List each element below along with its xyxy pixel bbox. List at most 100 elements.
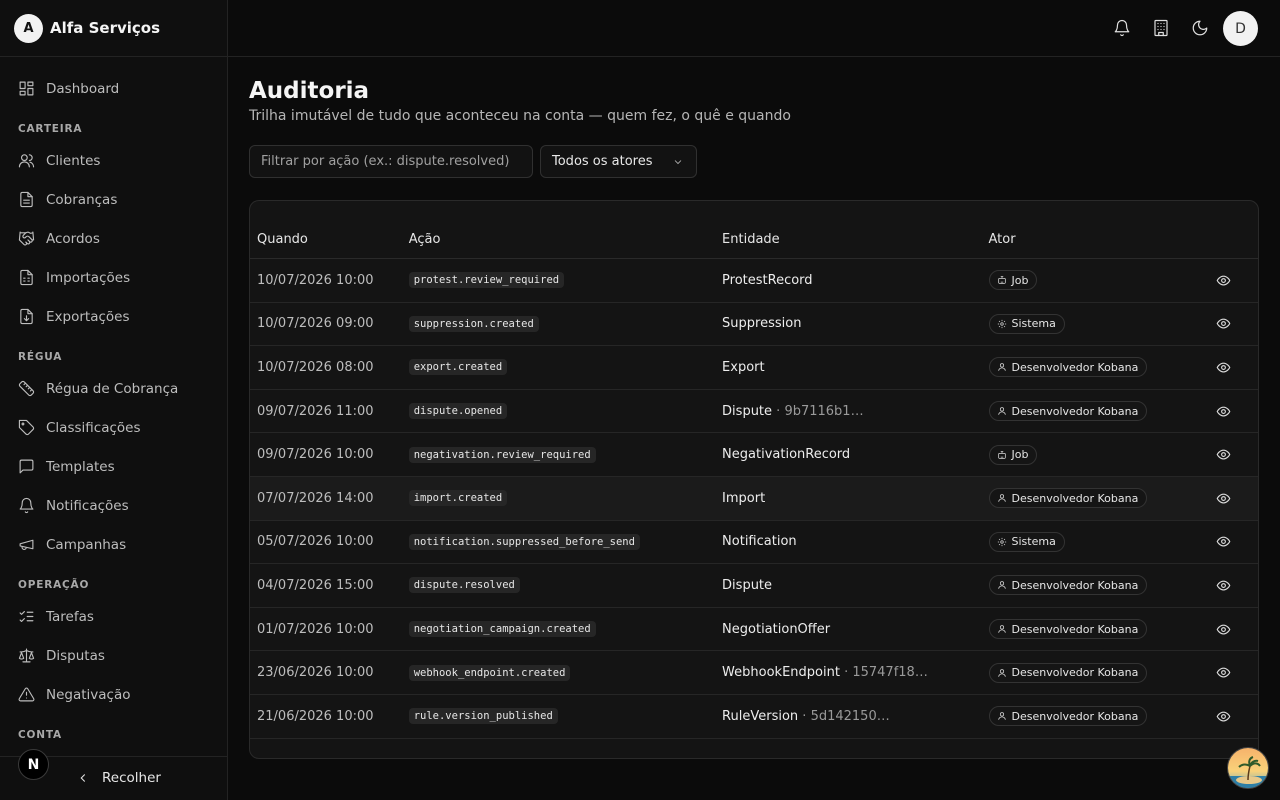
table-row[interactable]: 10/07/2026 08:00 export.created Export Dese… xyxy=(250,346,1258,390)
view-details-button[interactable] xyxy=(1216,622,1231,637)
actor-badge: Desenvolvedor Kobana xyxy=(988,662,1148,683)
cell-actor: Desenvolvedor Kobana xyxy=(988,575,1189,596)
cell-entity: Dispute xyxy=(722,578,988,593)
actor-badge: Desenvolvedor Kobana xyxy=(988,488,1148,509)
brand-logo: A xyxy=(14,13,43,43)
cell-action: negotiation_campaign.created xyxy=(408,621,722,638)
cell-when: 05/07/2026 10:00 xyxy=(257,534,374,550)
view-details-button[interactable] xyxy=(1216,273,1231,288)
theme-toggle-button[interactable] xyxy=(1191,19,1209,37)
brand[interactable]: A Alfa Serviços xyxy=(0,0,227,57)
sidebar-item-clientes[interactable]: Clientes xyxy=(0,141,227,180)
cell-view xyxy=(1188,447,1258,462)
alert-triangle-icon xyxy=(18,686,35,703)
user-avatar[interactable]: D xyxy=(1223,11,1258,46)
sidebar-item-tarefas[interactable]: Tarefas xyxy=(0,597,227,636)
table-row[interactable]: 07/07/2026 14:00 import.created Import Dese… xyxy=(250,476,1258,521)
cell-entity: NegativationRecord xyxy=(722,447,988,462)
table-row[interactable]: 05/07/2026 10:00 notification.suppressed_… xyxy=(250,521,1258,565)
table-row[interactable]: 10/07/2026 09:00 suppression.created Suppr… xyxy=(250,303,1258,347)
view-details-button[interactable] xyxy=(1216,534,1231,549)
cell-entity: Suppression xyxy=(722,316,988,331)
eye-icon xyxy=(1216,667,1231,678)
users-icon xyxy=(18,152,35,169)
dev-tools-badge[interactable]: N xyxy=(18,749,49,780)
cell-entity: NegotiationOffer xyxy=(722,622,988,637)
bell-icon xyxy=(1114,19,1130,37)
section-operacao: OPERAÇÃO xyxy=(18,579,90,591)
view-details-button[interactable] xyxy=(1216,709,1231,724)
actor-badge: Job xyxy=(988,270,1038,291)
section-conta: CONTA xyxy=(18,729,62,741)
actor-name: Sistema xyxy=(1011,535,1056,549)
app-root: A Alfa Serviços Dashboard CARTEIRA Clien… xyxy=(0,0,1280,800)
table-row[interactable]: 09/07/2026 11:00 dispute.opened Dispute · … xyxy=(250,390,1258,434)
sidebar-item-exportacoes[interactable]: Exportações xyxy=(0,297,227,336)
action-code: notification.suppressed_before_send xyxy=(408,533,640,550)
table-row[interactable]: 21/06/2026 10:00 rule.version_published Ru… xyxy=(250,695,1258,739)
sidebar-item-cobrancas[interactable]: Cobranças xyxy=(0,180,227,219)
actor-name: Job xyxy=(1011,448,1029,462)
collapse-sidebar-button[interactable]: Recolher xyxy=(76,770,161,786)
table-row[interactable]: 09/07/2026 10:00 negativation.review_requ… xyxy=(250,433,1258,477)
table-body: 10/07/2026 10:00 protest.review_required P… xyxy=(250,259,1258,739)
sidebar: A Alfa Serviços Dashboard CARTEIRA Clien… xyxy=(0,0,228,800)
sidebar-item-label: Classificações xyxy=(46,419,141,436)
eye-icon xyxy=(1216,406,1231,417)
sidebar-item-label: Notificações xyxy=(46,497,129,514)
sidebar-item-importacoes[interactable]: Importações xyxy=(0,258,227,297)
beach-avatar-icon xyxy=(1228,748,1268,788)
action-filter-input[interactable] xyxy=(249,145,533,178)
table-row[interactable]: 10/07/2026 10:00 protest.review_required P… xyxy=(250,259,1258,303)
cell-view xyxy=(1188,622,1258,637)
sidebar-item-negativacao[interactable]: Negativação xyxy=(0,675,227,714)
sidebar-item-templates[interactable]: Templates xyxy=(0,447,227,486)
sidebar-item-regua-de-cobranca[interactable]: Régua de Cobrança xyxy=(0,369,227,408)
action-code: dispute.opened xyxy=(408,403,508,420)
user-icon xyxy=(997,668,1012,678)
entity-sep: · xyxy=(772,403,785,419)
view-details-button[interactable] xyxy=(1216,404,1231,419)
table-row[interactable]: 01/07/2026 10:00 negotiation_campaign.cre… xyxy=(250,608,1258,652)
eye-icon xyxy=(1216,449,1231,460)
organization-button[interactable] xyxy=(1152,19,1170,37)
header-actor: Ator xyxy=(988,232,1016,247)
sidebar-item-disputas[interactable]: Disputas xyxy=(0,636,227,675)
sidebar-item-dashboard[interactable]: Dashboard xyxy=(0,69,227,108)
sidebar-item-campanhas[interactable]: Campanhas xyxy=(0,525,227,564)
cell-when: 09/07/2026 11:00 xyxy=(257,403,374,419)
sidebar-item-label: Acordos xyxy=(46,230,100,247)
file-text-icon xyxy=(18,191,35,208)
view-details-button[interactable] xyxy=(1216,360,1231,375)
assistant-avatar-button[interactable] xyxy=(1227,747,1269,789)
sidebar-item-label: Clientes xyxy=(46,152,101,169)
actor-name: Sistema xyxy=(1011,317,1056,331)
brand-name: Alfa Serviços xyxy=(50,19,161,37)
table-row[interactable]: 04/07/2026 15:00 dispute.resolved Dispute D… xyxy=(250,564,1258,608)
view-details-button[interactable] xyxy=(1216,665,1231,680)
cell-when: 21/06/2026 10:00 xyxy=(257,708,374,724)
view-details-button[interactable] xyxy=(1216,491,1231,506)
cell-view xyxy=(1188,491,1258,506)
eye-icon xyxy=(1216,318,1231,329)
cell-entity: RuleVersion · 5d142150… xyxy=(722,709,988,724)
notifications-button[interactable] xyxy=(1113,19,1131,37)
sidebar-item-notificacoes[interactable]: Notificações xyxy=(0,486,227,525)
action-code: suppression.created xyxy=(408,315,539,332)
action-code: protest.review_required xyxy=(408,272,565,289)
cell-when: 10/07/2026 10:00 xyxy=(257,272,374,288)
view-details-button[interactable] xyxy=(1216,578,1231,593)
sidebar-item-acordos[interactable]: Acordos xyxy=(0,219,227,258)
user-icon xyxy=(997,711,1012,721)
sidebar-item-classificacoes[interactable]: Classificações xyxy=(0,408,227,447)
table-row[interactable]: 23/06/2026 10:00 webhook_endpoint.created… xyxy=(250,651,1258,695)
actor-select[interactable]: Todos os atores xyxy=(540,145,697,178)
cell-view xyxy=(1188,316,1258,331)
table-header: Quando Ação Entidade Ator xyxy=(250,201,1258,259)
eye-icon xyxy=(1216,711,1231,722)
view-details-button[interactable] xyxy=(1216,447,1231,462)
cell-when: 04/07/2026 15:00 xyxy=(257,577,374,593)
sidebar-item-label: Negativação xyxy=(46,686,131,703)
view-details-button[interactable] xyxy=(1216,316,1231,331)
header-entity: Entidade xyxy=(722,232,780,247)
